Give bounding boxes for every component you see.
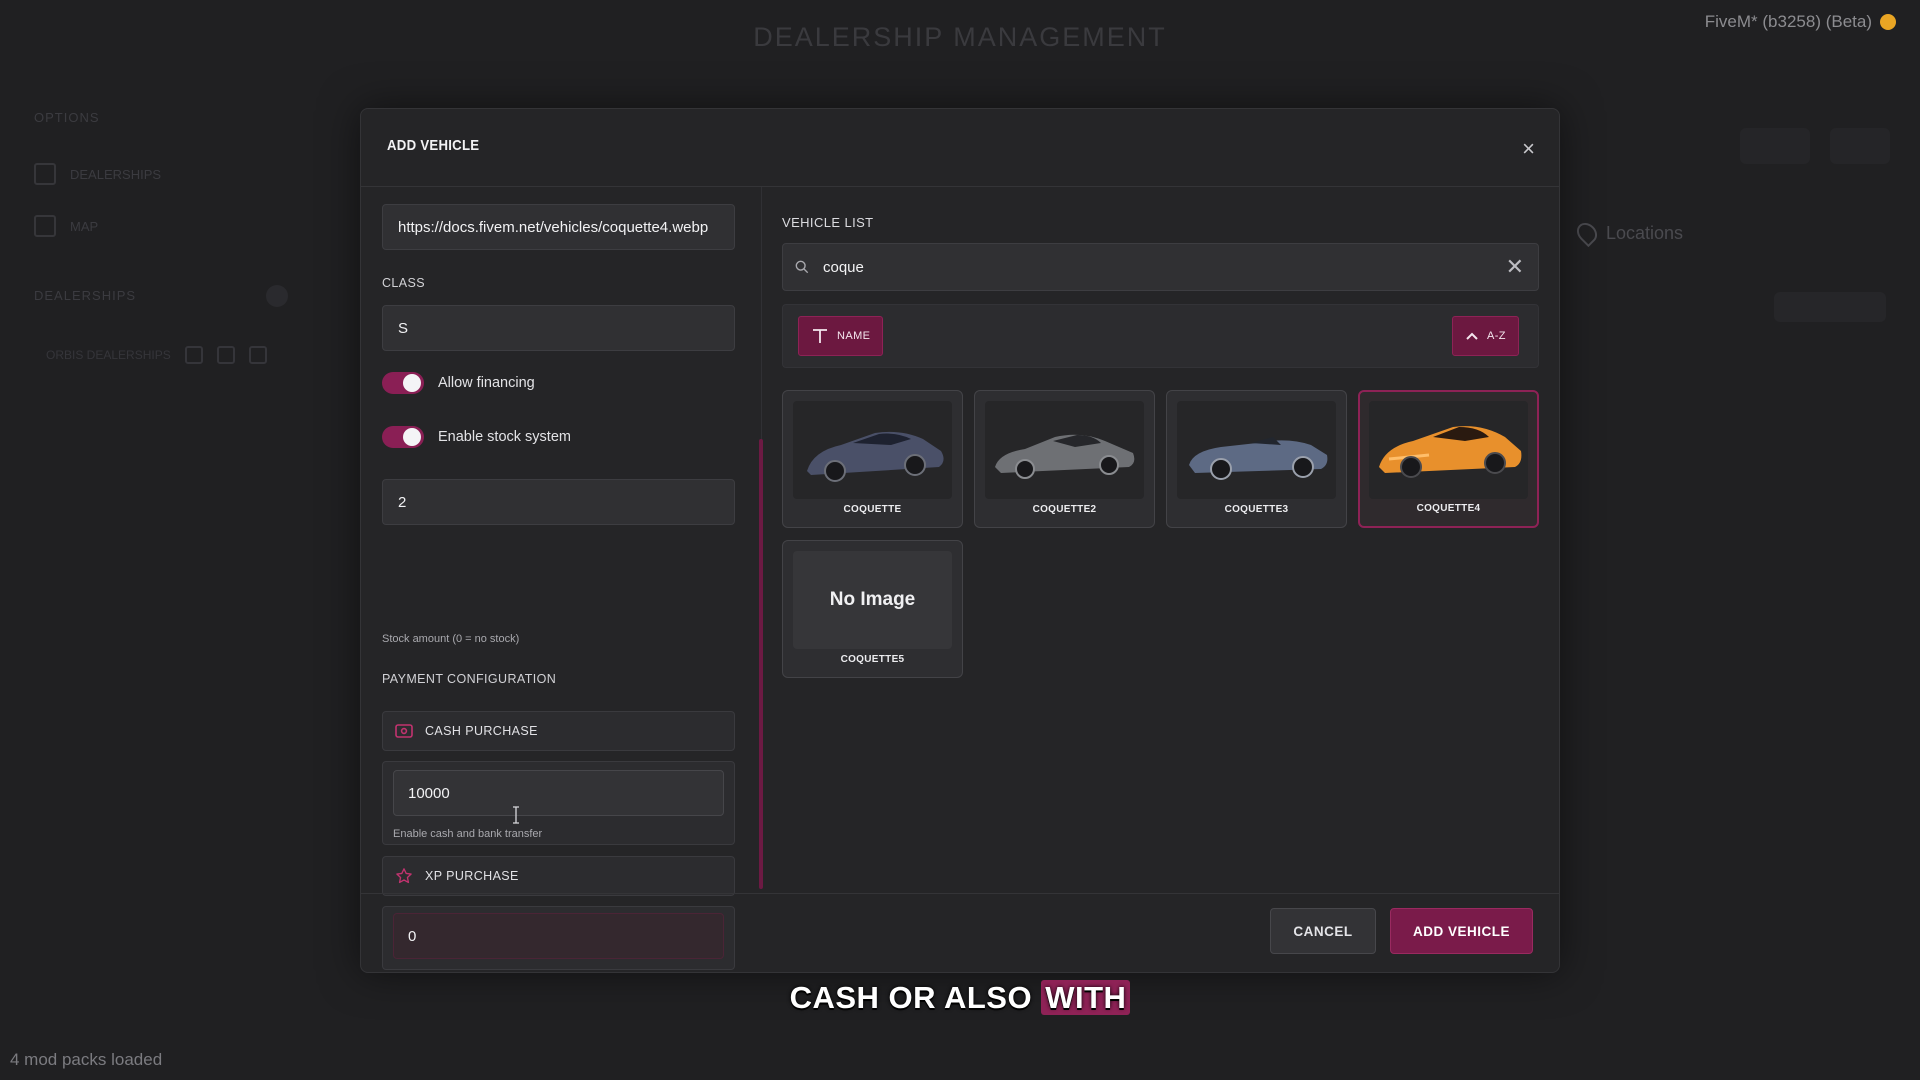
stock-system-row: Enable stock system	[382, 426, 571, 448]
sidebar-item-dealerships: DEALERSHIPS	[34, 163, 294, 185]
vehicle-search-input[interactable]: coque ✕	[782, 243, 1539, 291]
cancel-button[interactable]: CANCEL	[1270, 908, 1376, 954]
vehicle-card-coquette[interactable]: COQUETTE	[782, 390, 963, 528]
allow-financing-row: Allow financing	[382, 372, 535, 394]
dealerships-icon	[34, 163, 56, 185]
subtitle-text: CASH OR ALSO	[789, 980, 1033, 1015]
stock-amount-field[interactable]: 2	[382, 479, 735, 525]
options-sidebar: OPTIONS DEALERSHIPS MAP	[34, 110, 294, 267]
mods-status: 4 mod packs loaded	[10, 1050, 163, 1069]
sidebar-item-label: DEALERSHIPS	[70, 166, 162, 182]
sort-order-button[interactable]: A-Z	[1452, 316, 1519, 356]
location-icon	[216, 346, 235, 364]
fivem-logo-icon	[1880, 14, 1896, 30]
sort-name-label: NAME	[837, 330, 871, 342]
subtitle-highlight: WITH	[1041, 980, 1131, 1015]
modal-title: ADD VEHICLE	[387, 137, 480, 154]
fivem-status-text: FiveM* (b3258) (Beta)	[1704, 12, 1872, 31]
chevron-up-icon	[1466, 332, 1478, 340]
map-icon	[34, 215, 56, 237]
add-vehicle-button-bg	[1774, 292, 1886, 322]
delete-button-bg	[1830, 128, 1890, 164]
vehicle-config-panel: https://docs.fivem.net/vehicles/coquette…	[382, 187, 737, 970]
allow-financing-label: Allow financing	[438, 375, 535, 391]
allow-financing-toggle[interactable]	[382, 372, 424, 394]
vehicle-name: COQUETTE5	[840, 654, 905, 665]
locations-label: Locations	[1606, 222, 1684, 243]
fivem-status: FiveM* (b3258) (Beta)	[1705, 12, 1896, 32]
stock-amount-hint-text: Stock amount (0 = no stock)	[382, 633, 520, 645]
xp-purchase-label: XP PURCHASE	[425, 869, 519, 883]
video-subtitle: CASH OR ALSO WITH	[0, 980, 1920, 1016]
vehicle-image-coquette	[793, 401, 952, 499]
config-scrollbar[interactable]	[759, 439, 763, 889]
add-vehicle-button[interactable]: ADD VEHICLE	[1390, 908, 1533, 954]
vehicle-card-coquette5[interactable]: No Image COQUETTE5	[782, 540, 963, 678]
sidebar-item-map: MAP	[34, 215, 294, 237]
vehicle-card-coquette3[interactable]: COQUETTE3	[1166, 390, 1347, 528]
options-heading: OPTIONS	[34, 110, 100, 125]
cash-price-input[interactable]: 10000	[393, 770, 724, 816]
trash-icon	[248, 346, 267, 364]
locations-header: Locations	[1572, 218, 1684, 248]
vehicle-image-coquette4	[1369, 401, 1528, 499]
image-url-field[interactable]: https://docs.fivem.net/vehicles/coquette…	[382, 204, 735, 250]
edit-icon	[184, 346, 203, 364]
vehicle-name: COQUETTE4	[1416, 503, 1481, 514]
clear-search-icon[interactable]: ✕	[1506, 256, 1524, 278]
sidebar-item-label: MAP	[70, 218, 99, 234]
stock-system-label: Enable stock system	[438, 429, 571, 445]
stock-system-toggle[interactable]	[382, 426, 424, 448]
cash-icon	[395, 722, 413, 740]
add-vehicle-modal: ADD VEHICLE × https://docs.fivem.net/veh…	[360, 108, 1560, 973]
vehicle-image-coquette2	[985, 401, 1144, 499]
dealerships-heading: DEALERSHIPS	[34, 288, 137, 303]
dealership-name: ORBIS DEALERSHIPS	[46, 348, 171, 362]
cash-purchase-header[interactable]: CASH PURCHASE	[382, 711, 735, 751]
pin-icon	[1572, 218, 1602, 248]
save-button-bg	[1740, 128, 1810, 164]
star-icon	[395, 867, 413, 885]
vehicle-name: COQUETTE	[843, 504, 902, 515]
vehicle-list-label: VEHICLE LIST	[782, 215, 874, 230]
xp-purchase-header[interactable]: XP PURCHASE	[382, 856, 735, 896]
cash-purchase-label: CASH PURCHASE	[425, 724, 538, 738]
app-title: DEALERSHIP MANAGEMENT	[753, 22, 1167, 52]
class-label: CLASS	[382, 276, 425, 290]
modal-footer: CANCEL ADD VEHICLE	[361, 893, 1559, 972]
add-dealership-button	[266, 285, 288, 307]
no-image-placeholder: No Image	[793, 551, 952, 649]
class-field[interactable]: S	[382, 305, 735, 351]
vehicle-card-coquette2[interactable]: COQUETTE2	[974, 390, 1155, 528]
vehicle-image-coquette3	[1177, 401, 1336, 499]
sort-by-name-button[interactable]: NAME	[798, 316, 884, 356]
search-icon	[795, 260, 809, 274]
modal-header: ADD VEHICLE ×	[361, 109, 1559, 187]
text-cursor-icon	[513, 806, 519, 824]
cash-hint: Enable cash and bank transfer	[393, 828, 543, 840]
vehicle-card-coquette4[interactable]: COQUETTE4	[1358, 390, 1539, 528]
vehicle-name: COQUETTE2	[1032, 504, 1097, 515]
sort-bar: NAME A-Z	[782, 304, 1539, 368]
close-icon[interactable]: ×	[1522, 136, 1535, 162]
sort-order-label: A-Z	[1487, 330, 1506, 342]
search-value: coque	[823, 258, 864, 276]
text-icon	[813, 329, 827, 343]
dealership-item: ORBIS DEALERSHIPS	[46, 346, 267, 364]
vehicle-name: COQUETTE3	[1224, 504, 1289, 515]
vehicle-list-panel: VEHICLE LIST coque ✕ NAME A-Z COQUETTE C…	[782, 187, 1542, 887]
payment-heading: PAYMENT CONFIGURATION	[382, 672, 557, 686]
cash-purchase-body: 10000 Enable cash and bank transfer	[382, 761, 735, 845]
